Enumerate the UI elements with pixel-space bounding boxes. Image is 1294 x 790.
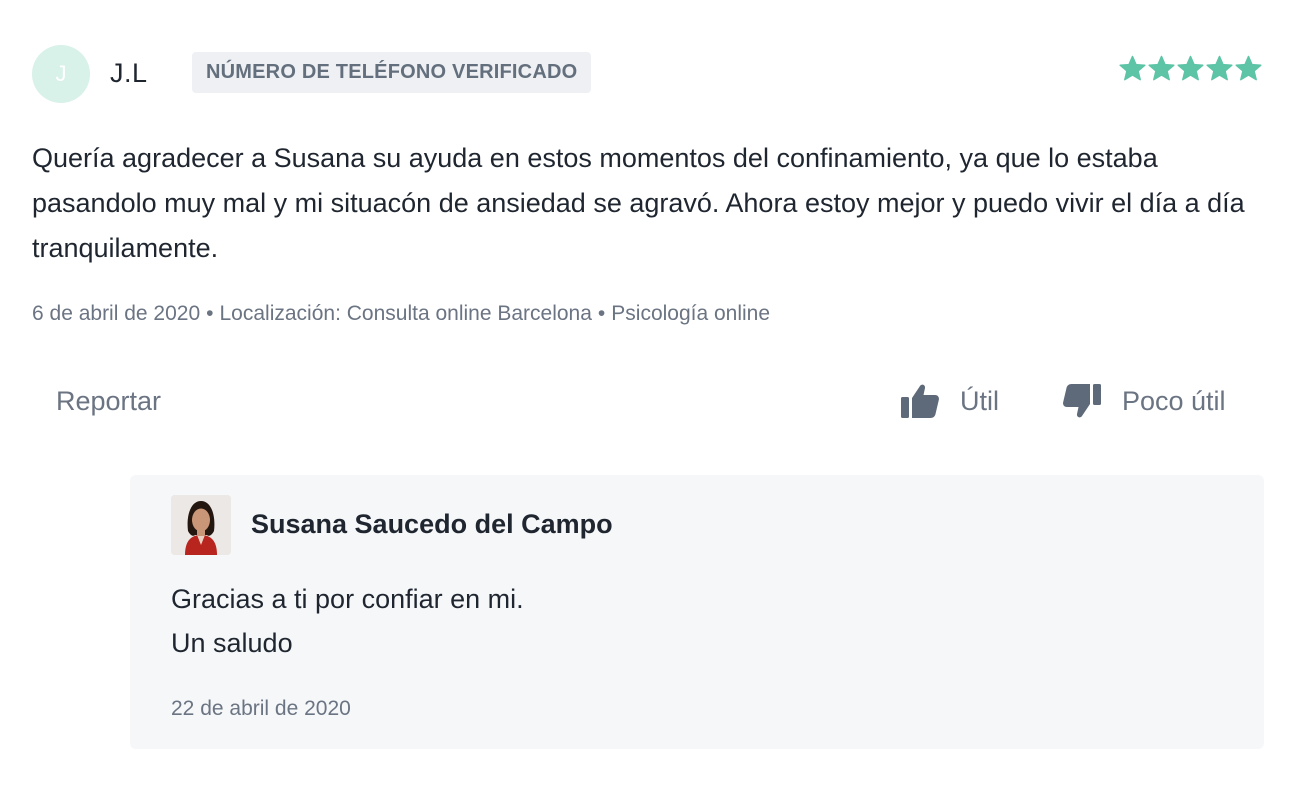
thumbs-up-icon: [901, 384, 939, 418]
meta-separator: •: [206, 302, 214, 325]
star-icon: [1235, 55, 1262, 81]
report-button[interactable]: Reportar: [56, 386, 161, 417]
star-icon: [1119, 55, 1146, 81]
reply-author: Susana Saucedo del Campo: [251, 509, 613, 539]
meta-separator: •: [597, 302, 606, 325]
reply-date: 22 de abril de 2020: [171, 697, 351, 720]
review-date: 6 de abril de 2020: [32, 302, 201, 325]
star-icon: [1177, 55, 1204, 81]
not-useful-button[interactable]: Poco útil: [1062, 382, 1226, 420]
review-card: J J.L NÚMERO DE TELÉFONO VERIFICADO Quer…: [0, 0, 1294, 790]
star-icon: [1206, 55, 1233, 81]
verified-badge: NÚMERO DE TELÉFONO VERIFICADO: [192, 52, 592, 93]
review-text: Quería agradecer a Susana su ayuda en es…: [32, 143, 1245, 263]
not-useful-label: Poco útil: [1122, 385, 1226, 416]
review-location: Localización: Consulta online Barcelona: [219, 302, 592, 325]
thumbs-down-icon: [1063, 384, 1101, 418]
star-icon: [1148, 55, 1175, 81]
profile-photo: [171, 495, 231, 555]
review-service: Psicología online: [611, 302, 771, 325]
reply-text: Gracias a ti por confiar en mi. Un salud…: [171, 577, 524, 665]
review-meta: 6 de abril de 2020 • Localización: Consult…: [32, 302, 770, 326]
avatar: J: [32, 45, 90, 103]
reply-line: Gracias a ti por confiar en mi.: [171, 584, 524, 614]
review-author: J.L: [110, 58, 148, 88]
avatar-initial: J: [55, 61, 67, 86]
reply-line: Un saludo: [171, 628, 293, 658]
useful-label: Útil: [960, 385, 999, 416]
professional-reply: Susana Saucedo del Campo Gracias a ti po…: [130, 475, 1264, 749]
useful-button[interactable]: Útil: [900, 382, 999, 420]
rating-stars: [1119, 55, 1262, 82]
